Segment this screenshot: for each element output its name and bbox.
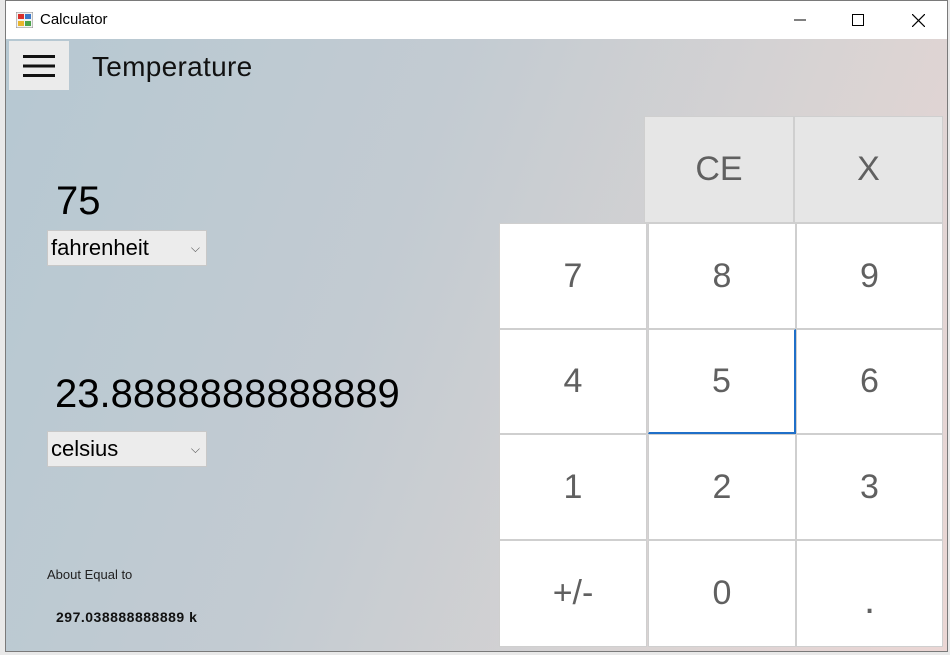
- digit-9-button[interactable]: 9: [796, 223, 943, 329]
- output-unit-select[interactable]: celsius ⌵: [47, 431, 207, 467]
- clear-entry-button[interactable]: CE: [644, 116, 794, 223]
- title-bar[interactable]: Calculator: [6, 1, 947, 39]
- digit-4-button[interactable]: 4: [499, 329, 647, 434]
- digit-1-button[interactable]: 1: [499, 434, 647, 540]
- digit-8-button[interactable]: 8: [648, 223, 796, 329]
- close-icon: [911, 13, 925, 27]
- calculator-app-icon: [16, 12, 33, 28]
- input-value-display[interactable]: 75: [56, 179, 101, 224]
- input-unit-select[interactable]: fahrenheit ⌵: [47, 230, 207, 266]
- hamburger-menu-icon: [23, 54, 55, 77]
- decimal-point-button[interactable]: .: [796, 540, 943, 647]
- calculator-window: Calculator Temperature 75 fahrenheit ⌵ 2…: [5, 0, 948, 652]
- calculator-body: Temperature 75 fahrenheit ⌵ 23.888888888…: [6, 39, 947, 651]
- minimize-icon: [794, 19, 806, 21]
- maximize-icon: [852, 14, 864, 26]
- about-equal-value: 297.038888888889 k: [56, 609, 198, 625]
- minimize-button[interactable]: [777, 1, 823, 39]
- maximize-button[interactable]: [835, 1, 881, 39]
- menu-button[interactable]: [9, 41, 69, 90]
- backspace-button[interactable]: X: [794, 116, 943, 223]
- digit-7-button[interactable]: 7: [499, 223, 647, 329]
- digit-5-button[interactable]: 5: [648, 329, 796, 434]
- chevron-down-icon: ⌵: [190, 241, 200, 255]
- mode-title: Temperature: [92, 51, 253, 82]
- window-title: Calculator: [40, 11, 108, 28]
- about-equal-label: About Equal to: [47, 567, 133, 582]
- digit-3-button[interactable]: 3: [796, 434, 943, 540]
- digit-6-button[interactable]: 6: [796, 329, 943, 434]
- close-button[interactable]: [895, 1, 941, 39]
- output-unit-label: celsius: [51, 436, 119, 461]
- digit-2-button[interactable]: 2: [648, 434, 796, 540]
- input-unit-label: fahrenheit: [51, 235, 149, 260]
- output-value-display: 23.8888888888889: [55, 372, 400, 416]
- digit-0-button[interactable]: 0: [648, 540, 796, 647]
- chevron-down-icon: ⌵: [190, 442, 200, 456]
- negate-button[interactable]: +/-: [499, 540, 647, 647]
